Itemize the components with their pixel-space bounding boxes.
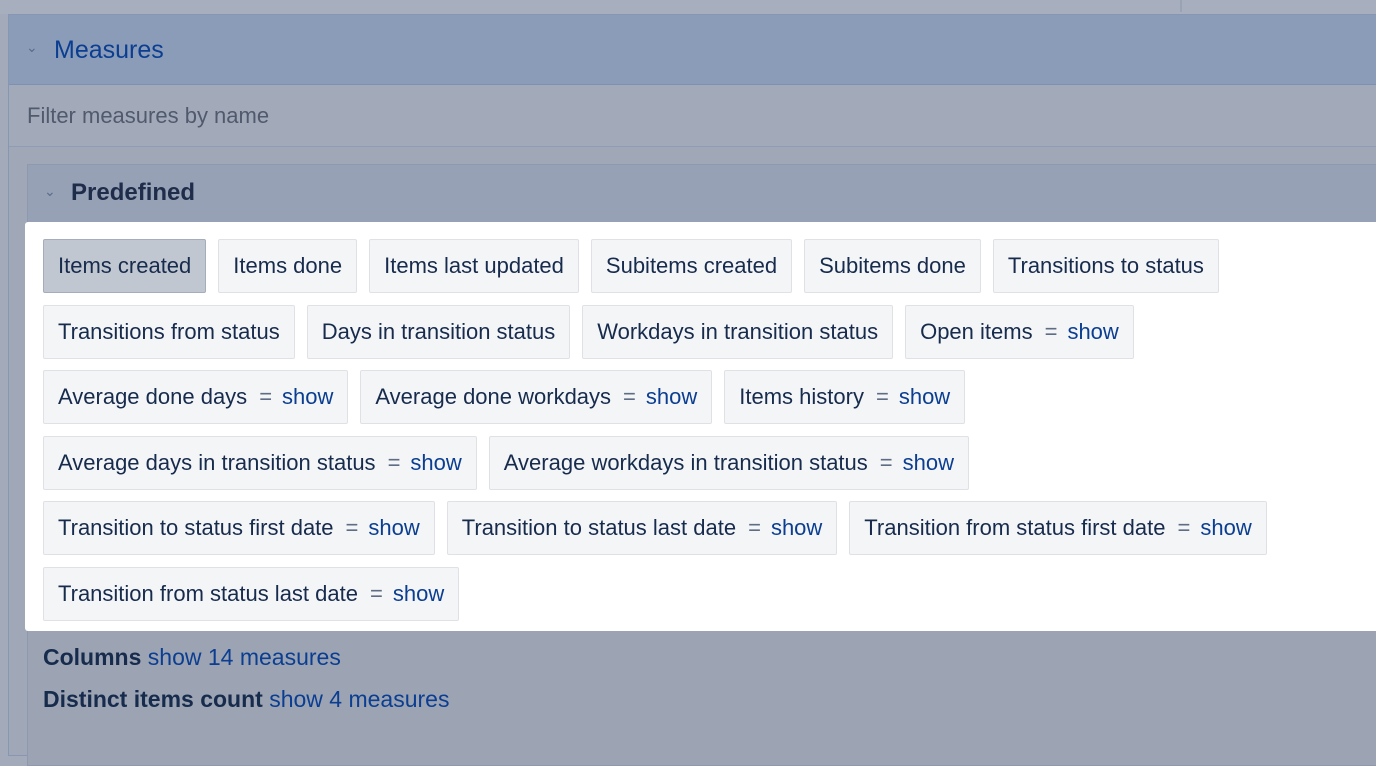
chip-items-last-updated[interactable]: Items last updated [369,239,579,293]
category-label: Columns [43,644,142,670]
chip-label: Workdays in transition status [597,319,879,344]
show-link[interactable]: show [646,384,697,409]
show-link[interactable]: show [1200,515,1251,540]
equals-sign: = [1044,319,1058,344]
top-strip [0,0,1376,14]
chip-transition-to-status-first-date[interactable]: Transition to status first date = show [43,501,435,555]
chip-workdays-in-transition-status[interactable]: Workdays in transition status [582,305,894,359]
chip-label: Transition to status first date [58,515,334,540]
divider [1180,0,1182,12]
chip-label: Average days in transition status [58,450,376,475]
show-link[interactable]: show [282,384,333,409]
chip-label: Average done days [58,384,248,409]
equals-sign: = [1177,515,1191,540]
chevron-down-icon[interactable]: ⌄ [44,183,56,200]
equals-sign: = [623,384,636,409]
chip-row: Average days in transition status = show Av… [43,436,981,490]
show-link[interactable]: show [903,450,954,475]
measures-popup: Items created Items done Items last update… [25,222,1376,631]
chip-average-done-workdays[interactable]: Average done workdays = show [360,370,713,424]
category-columns: Columns show 14 measures [43,644,341,671]
chip-label: Transitions from status [58,319,280,344]
show-measures-link[interactable]: show 4 measures [269,686,449,712]
chip-transition-from-status-first-date[interactable]: Transition from status first date = show [849,501,1267,555]
equals-sign: = [369,581,383,606]
chip-subitems-created[interactable]: Subitems created [590,239,793,293]
show-measures-link[interactable]: show 14 measures [148,644,341,670]
chip-transition-from-status-last-date[interactable]: Transition from status last date = show [43,567,460,621]
chip-row: Transition to status first date = show Tran… [43,501,1279,555]
chip-label: Transition from status last date [58,581,358,606]
filter-measures-input[interactable] [25,101,929,131]
filter-area [9,85,1376,147]
chip-average-done-days[interactable]: Average done days = show [43,370,349,424]
chip-label: Items done [233,253,343,278]
show-link[interactable]: show [368,515,419,540]
show-link[interactable]: show [899,384,950,409]
chip-items-done[interactable]: Items done [218,239,358,293]
chip-label: Average done workdays [375,384,612,409]
chip-label: Items created [58,253,192,278]
chip-average-days-in-transition-status[interactable]: Average days in transition status = show [43,436,477,490]
chip-transition-to-status-last-date[interactable]: Transition to status last date = show [446,501,838,555]
chip-average-workdays-in-transition-status[interactable]: Average workdays in transition status = sh… [488,436,969,490]
chip-row: Transitions from status Days in transitio… [43,305,1146,359]
chip-label: Subitems created [605,253,778,278]
equals-sign: = [879,450,893,475]
chip-transitions-from-status[interactable]: Transitions from status [43,305,295,359]
show-link[interactable]: show [1067,319,1118,344]
chip-days-in-transition-status[interactable]: Days in transition status [306,305,571,359]
equals-sign: = [345,515,359,540]
chip-subitems-done[interactable]: Subitems done [804,239,981,293]
equals-sign: = [259,384,273,409]
chip-row: Average done days = show Average done workd… [43,370,977,424]
chip-row: Items created Items done Items last update… [43,239,1231,293]
equals-sign: = [387,450,401,475]
equals-sign: = [748,515,761,540]
chip-label: Transitions to status [1007,253,1204,278]
chip-label: Transition to status last date [461,515,737,540]
show-link[interactable]: show [771,515,822,540]
chip-label: Items last updated [384,253,564,278]
chevron-down-icon[interactable]: ⌄ [26,39,38,56]
panel-title: Measures [54,36,164,64]
chip-label: Subitems done [819,253,966,278]
chip-label: Items history [739,384,864,409]
predefined-header[interactable]: ⌄ Predefined [28,165,1376,222]
category-label: Distinct items count [43,686,263,712]
equals-sign: = [875,384,889,409]
show-link[interactable]: show [393,581,444,606]
chip-transitions-to-status[interactable]: Transitions to status [992,239,1219,293]
chip-label: Average workdays in transition status [503,450,868,475]
chip-label: Days in transition status [321,319,556,344]
chip-items-history[interactable]: Items history = show [724,370,966,424]
measures-header[interactable]: ⌄ Measures [9,15,1376,85]
show-link[interactable]: show [410,450,461,475]
chip-items-created[interactable]: Items created [43,239,207,293]
category-distinct-items-count: Distinct items count show 4 measures [43,686,449,713]
chip-open-items[interactable]: Open items = show [905,305,1134,359]
chip-label: Open items [920,319,1033,344]
chip-row: Transition from status last date = show [43,567,471,621]
group-title: Predefined [71,179,196,206]
chip-label: Transition from status first date [864,515,1166,540]
